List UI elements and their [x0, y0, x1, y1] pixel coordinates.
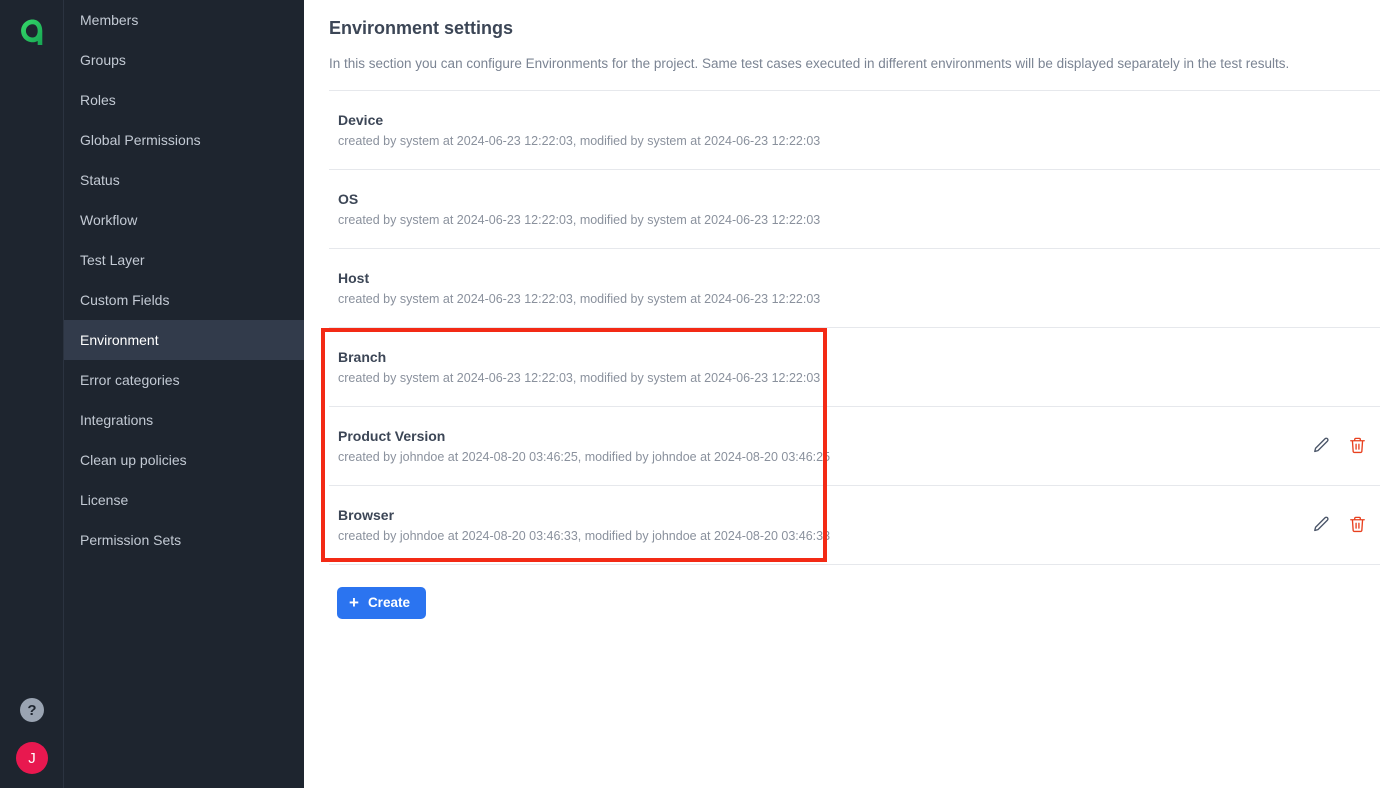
environment-row: Branch created by system at 2024-06-23 12… — [329, 328, 1380, 407]
environment-list: Device created by system at 2024-06-23 12… — [329, 91, 1380, 565]
pencil-edit-icon[interactable] — [1310, 514, 1332, 536]
sidebar-item-global-permissions[interactable]: Global Permissions — [64, 120, 304, 160]
rail-bottom-actions: ? J — [0, 698, 64, 774]
sidebar-item-groups[interactable]: Groups — [64, 40, 304, 80]
page-title: Environment settings — [329, 18, 514, 38]
sidebar-item-label: Test Layer — [80, 252, 145, 268]
sidebar-item-label: Error categories — [80, 372, 180, 388]
sidebar-item-label: Custom Fields — [80, 292, 170, 308]
environment-info: Device created by system at 2024-06-23 12… — [329, 112, 820, 148]
sidebar-item-environment[interactable]: Environment — [64, 320, 304, 360]
trash-delete-icon[interactable] — [1346, 514, 1368, 536]
sidebar-item-custom-fields[interactable]: Custom Fields — [64, 280, 304, 320]
main-content: Environment settings In this section you… — [304, 0, 1400, 788]
environment-name: OS — [338, 190, 359, 207]
environment-row: Browser created by johndoe at 2024-08-20 … — [329, 486, 1380, 565]
trash-delete-icon[interactable] — [1346, 435, 1368, 457]
environment-row-actions — [1310, 514, 1380, 536]
sidebar-item-label: Groups — [80, 52, 126, 68]
avatar[interactable]: J — [16, 742, 48, 774]
environment-row-actions — [1310, 435, 1380, 457]
sidebar-item-license[interactable]: License — [64, 480, 304, 520]
sidebar-item-label: License — [80, 492, 129, 508]
sidebar-item-label: Permission Sets — [80, 532, 182, 548]
environment-name: Product Version — [338, 427, 446, 444]
environment-meta: created by system at 2024-06-23 12:22:03… — [338, 370, 821, 385]
sidebar-item-workflow[interactable]: Workflow — [64, 200, 304, 240]
environment-meta: created by johndoe at 2024-08-20 03:46:3… — [338, 528, 831, 543]
allure-a-logo-icon[interactable] — [10, 10, 54, 54]
environment-meta: created by johndoe at 2024-08-20 03:46:2… — [338, 449, 831, 464]
environment-row: OS created by system at 2024-06-23 12:22:… — [329, 170, 1380, 249]
sidebar-item-label: Global Permissions — [80, 132, 201, 148]
icon-rail: ? J — [0, 0, 64, 788]
environment-info: Browser created by johndoe at 2024-08-20 … — [329, 507, 830, 543]
sidebar-item-integrations[interactable]: Integrations — [64, 400, 304, 440]
environment-meta: created by system at 2024-06-23 12:22:03… — [338, 291, 821, 306]
environment-name: Browser — [338, 506, 395, 523]
environment-row: Host created by system at 2024-06-23 12:2… — [329, 249, 1380, 328]
pencil-edit-icon[interactable] — [1310, 435, 1332, 457]
environment-info: Host created by system at 2024-06-23 12:2… — [329, 270, 820, 306]
environment-info: OS created by system at 2024-06-23 12:22:… — [329, 191, 820, 227]
environment-row: Product Version created by johndoe at 202… — [329, 407, 1380, 486]
environment-info: Product Version created by johndoe at 202… — [329, 428, 830, 464]
environment-info: Branch created by system at 2024-06-23 12… — [329, 349, 820, 385]
sidebar-item-clean-up-policies[interactable]: Clean up policies — [64, 440, 304, 480]
environment-name: Host — [338, 269, 370, 286]
environment-row: Device created by system at 2024-06-23 12… — [329, 91, 1380, 170]
plus-icon: + — [349, 593, 359, 613]
app-root: ? J Members Groups Roles Global Permissions… — [0, 0, 1400, 788]
sidebar-item-label: Members — [80, 12, 139, 28]
sidebar-item-test-layer[interactable]: Test Layer — [64, 240, 304, 280]
sidebar-item-permission-sets[interactable]: Permission Sets — [64, 520, 304, 560]
environment-name: Branch — [338, 348, 387, 365]
environment-meta: created by system at 2024-06-23 12:22:03… — [338, 133, 821, 148]
sidebar-item-error-categories[interactable]: Error categories — [64, 360, 304, 400]
create-button-label: Create — [367, 595, 410, 611]
sidebar-item-members[interactable]: Members — [64, 0, 304, 40]
create-button[interactable]: + Create — [337, 586, 426, 619]
sidebar-item-label: Status — [80, 172, 120, 188]
page-description: In this section you can configure Enviro… — [329, 56, 1290, 71]
settings-sidebar: Members Groups Roles Global Permissions Stat… — [64, 0, 304, 788]
sidebar-item-roles[interactable]: Roles — [64, 80, 304, 120]
help-question-icon[interactable]: ? — [20, 698, 44, 722]
sidebar-item-label: Environment — [80, 332, 159, 348]
sidebar-item-label: Integrations — [80, 412, 154, 428]
sidebar-item-label: Clean up policies — [80, 452, 187, 468]
environment-meta: created by system at 2024-06-23 12:22:03… — [338, 212, 821, 227]
sidebar-item-status[interactable]: Status — [64, 160, 304, 200]
environment-name: Device — [338, 111, 384, 128]
sidebar-item-label: Roles — [80, 92, 116, 108]
sidebar-item-label: Workflow — [80, 212, 138, 228]
